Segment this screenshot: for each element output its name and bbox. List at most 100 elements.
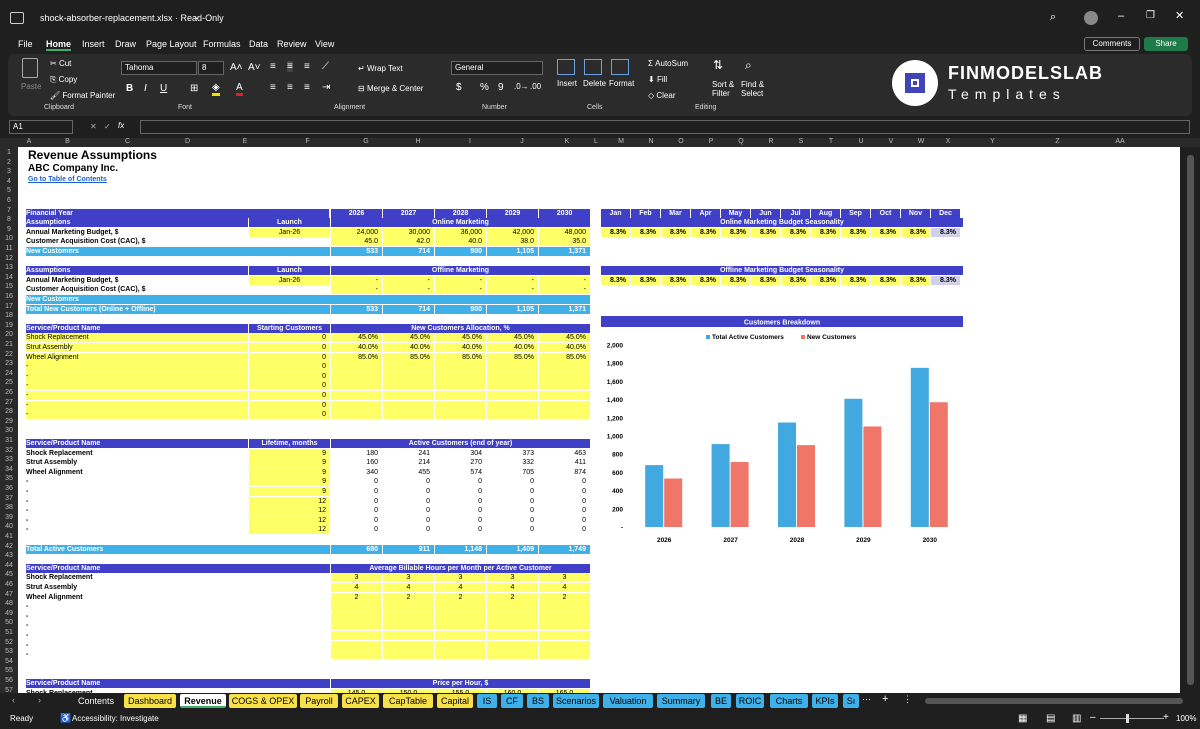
row-number[interactable]: 29 <box>0 417 18 427</box>
seasonality-value[interactable]: 8.3% <box>901 275 930 285</box>
allocation-value[interactable] <box>487 400 538 410</box>
formula-input[interactable] <box>140 120 1190 134</box>
row-number[interactable]: 50 <box>0 618 18 628</box>
vertical-scrollbar[interactable] <box>1182 147 1200 693</box>
hours-value[interactable]: 3 <box>487 573 538 583</box>
row-number[interactable]: 23 <box>0 359 18 369</box>
allocation-value[interactable]: 85.0% <box>383 352 434 362</box>
underline-icon[interactable]: U <box>160 83 167 94</box>
allocation-value[interactable] <box>539 400 590 410</box>
budget-value[interactable]: - <box>331 275 382 285</box>
allocation-value[interactable]: 40.0% <box>487 343 538 352</box>
cac-value[interactable]: - <box>331 285 382 295</box>
zoom-level[interactable]: 100% <box>1176 714 1196 723</box>
hours-value[interactable]: 4 <box>487 583 538 592</box>
allocation-value[interactable] <box>383 362 434 372</box>
seasonality-value[interactable]: 8.3% <box>601 227 630 237</box>
cac-value[interactable]: - <box>487 285 538 295</box>
allocation-value[interactable] <box>539 391 590 400</box>
hours-value[interactable] <box>383 640 434 650</box>
column-letter[interactable]: D <box>160 138 215 147</box>
row-number[interactable]: 6 <box>0 196 18 206</box>
hours-value[interactable] <box>487 640 538 650</box>
lifetime-value[interactable]: 12 <box>249 525 330 535</box>
row-number[interactable]: 14 <box>0 273 18 283</box>
sheet-tab[interactable]: COGS & OPEX <box>229 694 297 708</box>
budget-value[interactable]: - <box>487 275 538 285</box>
seasonality-value[interactable]: 8.3% <box>781 227 810 237</box>
format-cells-button[interactable]: Format <box>609 79 634 88</box>
hours-value[interactable] <box>383 602 434 612</box>
column-letter[interactable]: T <box>816 138 846 147</box>
starting-customers[interactable]: 0 <box>249 371 330 381</box>
lifetime-value[interactable]: 12 <box>249 506 330 516</box>
row-number[interactable]: 20 <box>0 330 18 340</box>
sheet-tab[interactable]: KPIs <box>812 694 838 708</box>
align-left-icon[interactable]: ≡ <box>270 82 276 93</box>
sheet-tab[interactable]: Capital <box>437 694 473 708</box>
tab-options-icon[interactable]: ⋮ <box>903 694 912 705</box>
number-format-select[interactable]: General <box>451 61 543 75</box>
toc-link[interactable]: Go to Table of Contents <box>28 175 107 184</box>
cac-value[interactable]: 42.0 <box>383 237 434 247</box>
allocation-value[interactable]: 40.0% <box>331 343 382 352</box>
seasonality-value[interactable]: 8.3% <box>661 227 690 237</box>
menu-insert[interactable]: Insert <box>82 39 105 49</box>
currency-icon[interactable]: $ <box>456 82 462 93</box>
allocation-value[interactable]: 85.0% <box>331 352 382 362</box>
row-number[interactable]: 1 <box>0 148 18 158</box>
hours-value[interactable]: 2 <box>435 592 486 602</box>
align-bottom-icon[interactable]: ≡ <box>304 61 310 72</box>
seasonality-value[interactable]: 8.3% <box>931 275 960 285</box>
search-icon[interactable]: ⌕ <box>1050 11 1056 24</box>
lifetime-value[interactable]: 9 <box>249 448 330 458</box>
hours-value[interactable] <box>331 631 382 640</box>
borders-icon[interactable]: ⊞ <box>190 83 198 94</box>
budget-value[interactable]: - <box>435 275 486 285</box>
hours-value[interactable] <box>435 611 486 621</box>
allocation-value[interactable] <box>487 410 538 420</box>
format-icon[interactable] <box>611 59 629 75</box>
allocation-value[interactable] <box>487 362 538 372</box>
sheet-tab[interactable]: Scenarios <box>553 694 599 708</box>
row-number[interactable]: 8 <box>0 215 18 225</box>
lifetime-value[interactable]: 9 <box>249 487 330 496</box>
row-number[interactable]: 51 <box>0 628 18 638</box>
cac-value[interactable]: - <box>539 285 590 295</box>
allocation-value[interactable] <box>383 381 434 391</box>
hours-value[interactable] <box>435 631 486 640</box>
service-name[interactable]: - <box>26 371 248 381</box>
budget-value[interactable]: 42,000 <box>487 227 538 237</box>
column-letter[interactable]: W <box>906 138 936 147</box>
allocation-value[interactable] <box>383 410 434 420</box>
row-number[interactable]: 10 <box>0 234 18 244</box>
row-number[interactable]: 15 <box>0 282 18 292</box>
fill-button[interactable]: ⬇ Fill <box>648 75 667 84</box>
budget-value[interactable]: 30,000 <box>383 227 434 237</box>
restore-icon[interactable]: ❐ <box>1146 10 1155 21</box>
align-middle-icon[interactable]: ≡ <box>287 61 293 72</box>
row-number[interactable]: 30 <box>0 426 18 436</box>
allocation-value[interactable] <box>487 381 538 391</box>
cac-value[interactable]: 40.0 <box>435 237 486 247</box>
allocation-value[interactable]: 45.0% <box>539 333 590 343</box>
row-number[interactable]: 7 <box>0 206 18 216</box>
hours-value[interactable] <box>487 611 538 621</box>
find-select-button[interactable]: Find & Select <box>741 80 769 98</box>
copy-button[interactable]: ⎘ Copy <box>50 75 77 85</box>
menu-draw[interactable]: Draw <box>115 39 136 49</box>
row-number[interactable]: 34 <box>0 465 18 475</box>
starting-customers[interactable]: 0 <box>249 400 330 410</box>
wrap-text-button[interactable]: ↵ Wrap Text <box>358 64 403 73</box>
formula-cancel-icon[interactable]: ✕ <box>90 122 97 131</box>
hours-value[interactable] <box>487 621 538 631</box>
hours-value[interactable] <box>435 602 486 612</box>
allocation-value[interactable] <box>331 391 382 400</box>
row-number[interactable]: 53 <box>0 647 18 657</box>
hours-value[interactable] <box>435 650 486 660</box>
allocation-value[interactable]: 40.0% <box>435 343 486 352</box>
sheet-tab[interactable]: Sı <box>843 694 859 708</box>
lifetime-value[interactable]: 9 <box>249 467 330 477</box>
minimize-icon[interactable]: – <box>1118 10 1124 22</box>
seasonality-value[interactable]: 8.3% <box>661 275 690 285</box>
